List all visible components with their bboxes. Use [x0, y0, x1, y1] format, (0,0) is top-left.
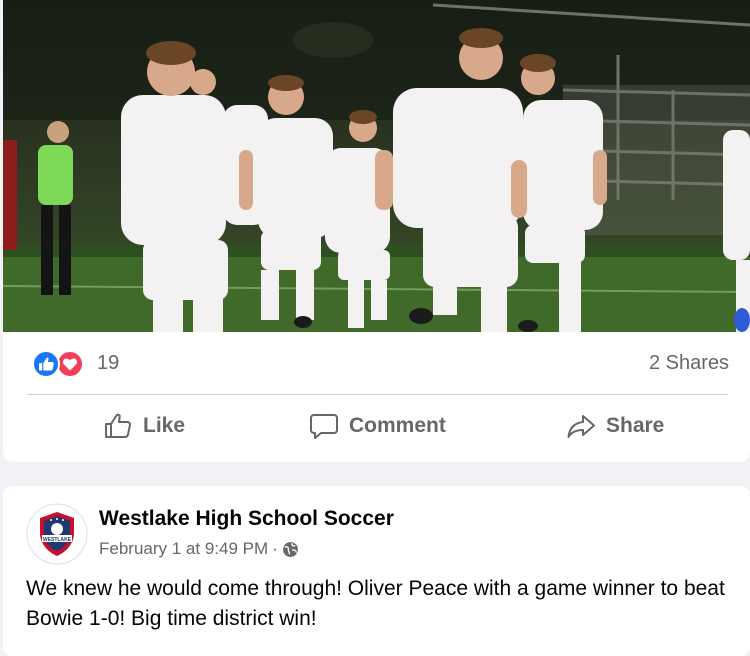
post-meta: February 1 at 9:49 PM · [99, 539, 299, 559]
post-text: We knew he would come through! Oliver Pe… [26, 577, 725, 630]
share-label: Share [606, 414, 665, 437]
post-card: 19 2 Shares Like Comment Share [3, 0, 750, 462]
shares-count[interactable]: 2 Shares [649, 352, 729, 375]
comment-label: Comment [349, 414, 446, 437]
reactions-bar: 19 2 Shares [3, 332, 750, 394]
reaction-icons[interactable] [29, 349, 89, 379]
like-button[interactable]: Like [103, 406, 185, 446]
comment-button[interactable]: Comment [309, 406, 446, 446]
soccer-celebration-photo [3, 0, 750, 332]
page-name[interactable]: Westlake High School Soccer [99, 507, 394, 531]
share-button[interactable]: Share [566, 406, 664, 446]
love-icon [56, 350, 84, 378]
svg-text:WESTLAKE: WESTLAKE [43, 537, 72, 543]
globe-icon[interactable] [282, 541, 299, 558]
share-arrow-icon [567, 415, 595, 438]
page-avatar[interactable]: WESTLAKE [26, 503, 88, 565]
like-label: Like [143, 414, 186, 437]
post-photo[interactable] [3, 0, 750, 332]
post-timestamp[interactable]: February 1 at 9:49 PM [99, 539, 268, 559]
actions-divider [27, 394, 728, 395]
like-icon [32, 350, 60, 378]
meta-separator: · [272, 539, 278, 558]
next-post-card: WESTLAKE Westlake High School Soccer Feb… [3, 486, 750, 656]
thumbs-up-icon [105, 413, 131, 438]
post-actions: Like Comment Share [3, 396, 750, 458]
reaction-count[interactable]: 19 [97, 352, 119, 375]
comment-icon [310, 414, 338, 439]
